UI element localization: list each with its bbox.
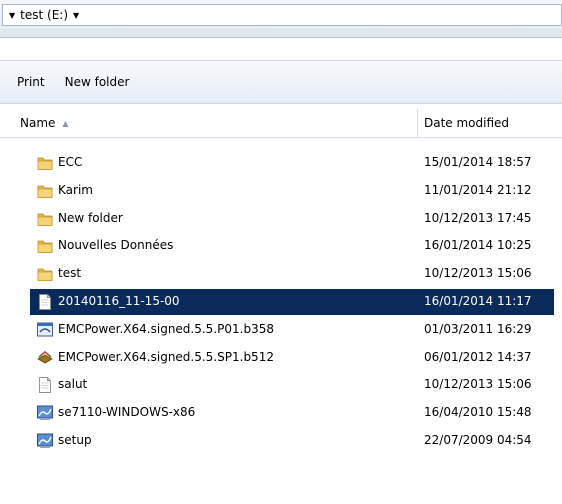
address-area: ▼ test (E:) ▼ [0,0,562,38]
file-name: se7110-WINDOWS-x86 [58,405,196,420]
command-toolbar: Print New folder [0,60,562,104]
file-date-modified: 10/12/2013 15:06 [424,377,532,392]
file-name: test [58,266,82,281]
folder-icon [36,182,54,200]
file-row[interactable]: New folder 10/12/2013 17:45 [0,205,562,233]
file-row[interactable]: Nouvelles Données 16/01/2014 10:25 [0,232,562,260]
file-name: salut [58,377,88,392]
file-date-modified: 16/04/2010 15:48 [424,405,532,420]
file-row[interactable]: setup 22/07/2009 04:54 [0,427,562,455]
column-name[interactable]: Name ▲ [14,109,418,137]
file-row[interactable]: salut 10/12/2013 15:06 [0,371,562,399]
file-name: EMCPower.X64.signed.5.5.SP1.b512 [58,349,274,364]
file-date-modified: 01/03/2011 16:29 [424,321,532,336]
file-name: setup [58,432,92,447]
folder-icon [36,265,54,283]
setup-icon [36,404,54,422]
file-row[interactable]: ECC 15/01/2014 18:57 [0,149,562,177]
file-row[interactable]: test 10/12/2013 15:06 [0,260,562,288]
print-button[interactable]: Print [17,75,45,89]
column-date-modified[interactable]: Date modified [418,109,562,137]
column-header: Name ▲ Date modified [0,109,562,138]
installer-icon [36,321,54,339]
file-row[interactable]: se7110-WINDOWS-x86 16/04/2010 15:48 [0,399,562,427]
file-name: EMCPower.X64.signed.5.5.P01.b358 [58,321,274,336]
folder-icon [36,237,54,255]
setup-icon [36,432,54,450]
file-date-modified: 16/01/2014 11:17 [424,293,532,308]
document-icon [36,293,54,311]
file-row[interactable]: EMCPower.X64.signed.5.5.P01.b358 01/03/20… [0,316,562,344]
sort-ascending-icon: ▲ [62,118,69,128]
file-name: ECC [58,155,83,169]
file-name: Nouvelles Données [58,238,174,253]
chevron-down-icon[interactable]: ▼ [9,11,15,20]
package-icon [36,349,54,367]
file-date-modified: 10/12/2013 17:45 [424,210,532,225]
new-folder-button[interactable]: New folder [65,75,130,89]
file-date-modified: 16/01/2014 10:25 [424,238,532,253]
address-strip [0,29,562,37]
file-row[interactable]: Karim 11/01/2014 21:12 [0,177,562,205]
file-date-modified: 22/07/2009 04:54 [424,432,532,447]
file-date-modified: 06/01/2012 14:37 [424,349,532,364]
file-date-modified: 11/01/2014 21:12 [424,182,532,197]
folder-icon [36,210,54,228]
file-row[interactable]: 20140116_11-15-00 16/01/2014 11:17 [0,288,562,316]
file-name: New folder [58,210,123,225]
file-date-modified: 10/12/2013 15:06 [424,266,532,281]
file-list: ECC 15/01/2014 18:57 Karim 11/01/2014 21:12… [0,149,562,455]
breadcrumb[interactable]: test (E:) [20,8,68,22]
file-name: Karim [58,182,93,197]
breadcrumb-dropdown-icon[interactable]: ▼ [73,11,79,20]
file-date-modified: 15/01/2014 18:57 [424,155,532,169]
file-row[interactable]: EMCPower.X64.signed.5.5.SP1.b512 06/01/20… [0,344,562,372]
folder-icon [36,154,54,172]
file-name: 20140116_11-15-00 [58,293,180,308]
address-bar[interactable]: ▼ test (E:) ▼ [2,4,562,26]
document-icon [36,376,54,394]
